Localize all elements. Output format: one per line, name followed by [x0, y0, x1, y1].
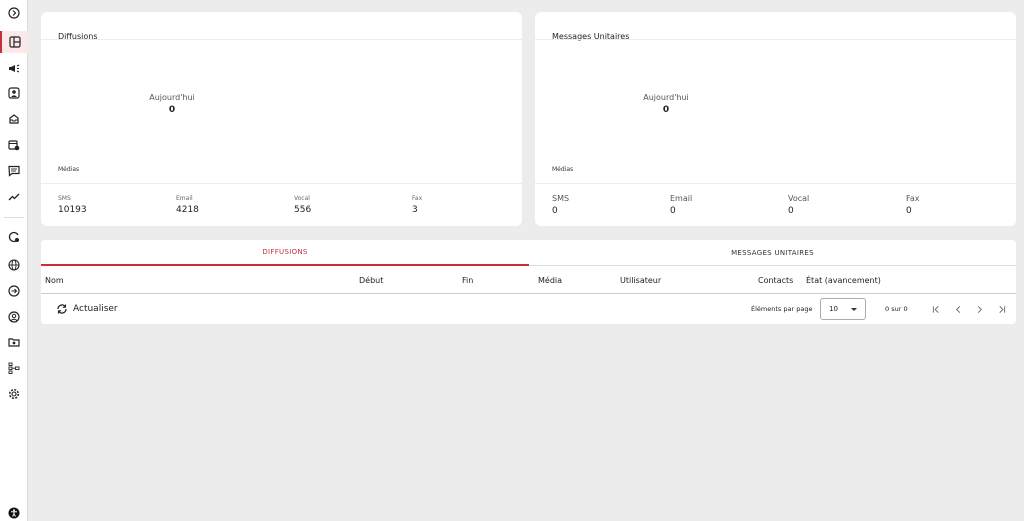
inbox-icon — [9, 114, 19, 124]
stat-value: 556 — [294, 205, 312, 215]
next-page-button[interactable] — [972, 302, 986, 316]
today-label: Aujourd'hui — [643, 93, 689, 102]
tab-diffusions[interactable]: DIFFUSIONS — [41, 240, 529, 266]
stat-label: Fax — [412, 195, 423, 202]
stat-vocal: Vocal 0 — [788, 194, 809, 216]
previous-page-button[interactable] — [951, 302, 965, 316]
stat-label: SMS — [552, 194, 570, 203]
trending-icon — [8, 193, 20, 201]
sidebar-item-admin[interactable] — [0, 383, 28, 405]
stat-sms: SMS 0 — [552, 194, 569, 216]
column-header-utilisateur[interactable]: Utilisateur — [620, 276, 661, 285]
medias-label: Médias — [58, 166, 80, 173]
sidebar-item-explore[interactable] — [0, 280, 28, 302]
stat-email: Email 0 — [670, 194, 692, 216]
stat-label: Fax — [906, 194, 920, 203]
sidebar-item-dashboard[interactable] — [0, 31, 28, 53]
sidebar-item-files[interactable] — [0, 331, 28, 353]
sidebar-item-contacts[interactable] — [0, 82, 28, 104]
column-header-nom[interactable]: Nom — [45, 276, 64, 285]
messages-unitaires-card: Messages Unitaires Aujourd'hui 0 Médias … — [535, 12, 1016, 226]
card-divider — [41, 183, 522, 184]
sidebar-item-messages[interactable] — [0, 160, 28, 182]
stat-label: Vocal — [788, 194, 810, 203]
column-header-fin[interactable]: Fin — [462, 276, 473, 285]
diffusions-card: Diffusions Aujourd'hui 0 Médias SMS 1019… — [41, 12, 522, 226]
stat-value: 0 — [788, 206, 794, 216]
stat-value: 0 — [906, 206, 912, 216]
sidebar-item-campaigns[interactable] — [0, 57, 28, 79]
last-page-button[interactable] — [994, 302, 1008, 316]
stat-fax: Fax 3 — [412, 195, 422, 215]
sidebar-divider — [4, 217, 24, 218]
compass-icon — [8, 285, 20, 297]
stat-label: Email — [670, 194, 693, 203]
column-header-media[interactable]: Média — [538, 276, 562, 285]
calendar-icon — [8, 140, 20, 151]
stat-email: Email 4218 — [176, 195, 199, 215]
refresh-icon — [57, 304, 67, 314]
hierarchy-icon — [8, 362, 20, 374]
sidebar-item-settings[interactable] — [0, 226, 28, 248]
last-page-icon — [998, 305, 1005, 313]
sidebar-item-account[interactable] — [0, 306, 28, 328]
sidebar-item-schedule[interactable] — [0, 134, 28, 156]
gear-icon — [8, 388, 20, 400]
table-header-divider — [41, 293, 1016, 294]
message-icon — [8, 165, 20, 177]
stat-label: Vocal — [294, 195, 310, 202]
chevron-right-circle-icon — [8, 7, 20, 19]
chevron-right-icon — [977, 305, 982, 313]
column-header-etat[interactable]: État (avancement) — [806, 276, 881, 285]
settings-gear-icon — [8, 231, 19, 243]
folder-icon — [8, 338, 20, 347]
column-header-debut[interactable]: Début — [359, 276, 383, 285]
refresh-label: Actualiser — [73, 304, 118, 314]
page-range-label: 0 sur 0 — [885, 305, 908, 313]
card-divider — [535, 183, 1016, 184]
stat-value: 4218 — [176, 205, 199, 215]
first-page-button[interactable] — [929, 302, 943, 316]
page-size-value: 10 — [829, 305, 838, 313]
megaphone-icon — [9, 64, 20, 73]
chevron-down-icon — [851, 308, 857, 311]
sidebar-item-statistics[interactable] — [0, 186, 28, 208]
stat-value: 3 — [412, 205, 418, 215]
sidebar-item-inbox[interactable] — [0, 108, 28, 130]
today-label: Aujourd'hui — [149, 93, 195, 102]
accessibility-button[interactable] — [0, 502, 28, 521]
sidebar-item-global[interactable] — [0, 254, 28, 276]
today-value: 0 — [168, 105, 176, 115]
stat-value: 0 — [670, 206, 676, 216]
stat-vocal: Vocal 556 — [294, 195, 311, 215]
globe-icon — [8, 259, 20, 271]
tab-messages-unitaires[interactable]: MESSAGES UNITAIRES — [529, 240, 1016, 266]
expand-sidebar-button[interactable] — [0, 2, 28, 24]
refresh-button[interactable]: Actualiser — [56, 303, 118, 315]
stat-fax: Fax 0 — [906, 194, 920, 216]
first-page-icon — [932, 305, 939, 313]
dashboard-icon — [9, 36, 21, 48]
stat-value: 10193 — [58, 205, 87, 215]
card-divider — [535, 39, 1016, 40]
page-size-select[interactable]: 10 — [820, 298, 866, 320]
stat-value: 0 — [552, 206, 558, 216]
chevron-left-icon — [955, 305, 960, 313]
today-value: 0 — [662, 105, 670, 115]
medias-label: Médias — [552, 166, 574, 173]
stat-sms: SMS 10193 — [58, 195, 87, 215]
sidebar — [0, 0, 28, 521]
stat-label: SMS — [58, 195, 71, 202]
account-icon — [8, 311, 20, 323]
contacts-icon — [8, 87, 20, 99]
broadcasts-panel: DIFFUSIONS MESSAGES UNITAIRES Nom Début … — [41, 240, 1016, 324]
sidebar-item-organization[interactable] — [0, 357, 28, 379]
items-per-page-label: Éléments par page — [751, 305, 813, 313]
stat-label: Email — [176, 195, 193, 202]
card-divider — [41, 39, 522, 40]
accessibility-icon — [8, 507, 20, 519]
column-header-contacts[interactable]: Contacts — [758, 276, 793, 285]
